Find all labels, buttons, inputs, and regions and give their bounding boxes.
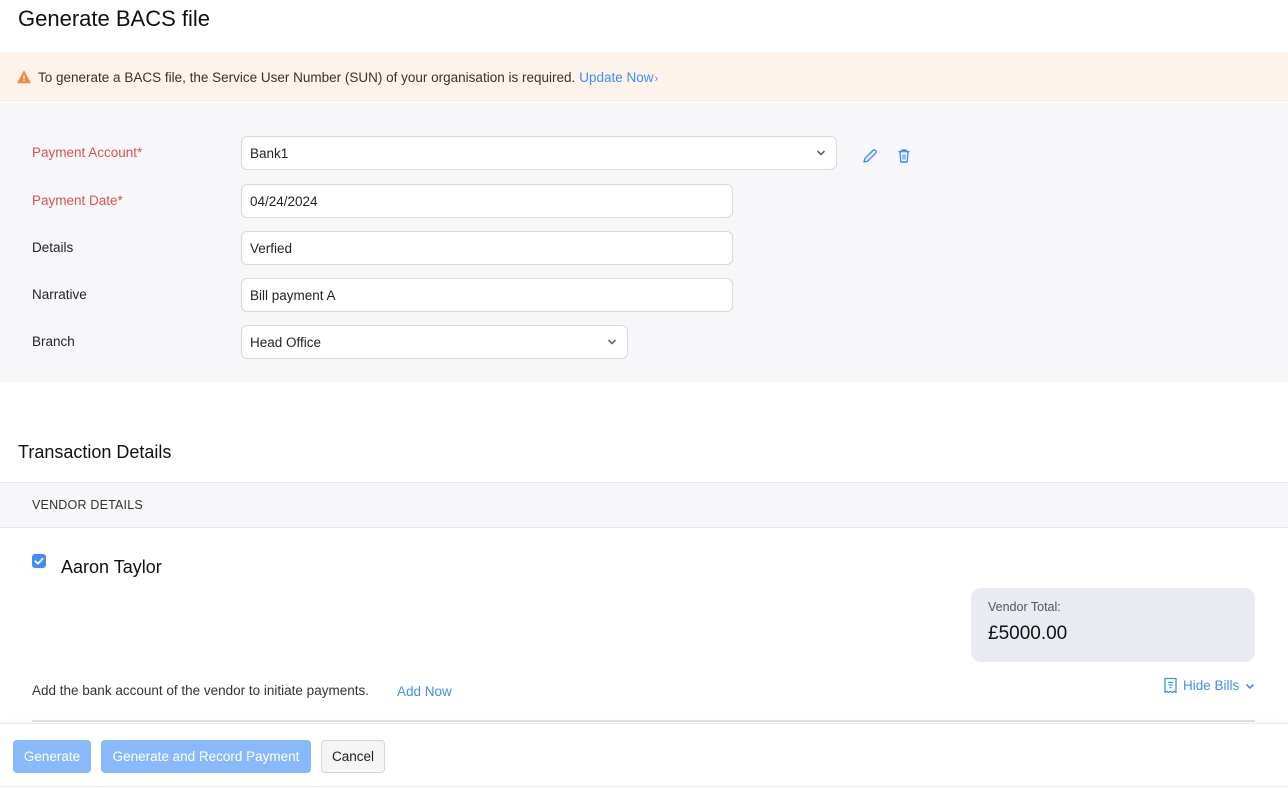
- vendor-checkbox[interactable]: [32, 554, 46, 568]
- payment-date-label: Payment Date*: [32, 193, 123, 208]
- vendor-total-value: £5000.00: [988, 623, 1068, 644]
- footer-actions: Generate Generate and Record Payment Can…: [0, 723, 1288, 787]
- alert-message: To generate a BACS file, the Service Use…: [38, 69, 576, 85]
- chevron-down-icon: [816, 150, 826, 156]
- vendor-total-label: Vendor Total:: [988, 600, 1061, 614]
- generate-button[interactable]: Generate: [13, 740, 91, 773]
- transaction-details-title: Transaction Details: [18, 442, 172, 462]
- pencil-icon[interactable]: [861, 147, 879, 165]
- vendor-total-card: Vendor Total: £5000.00: [971, 588, 1255, 662]
- branch-label: Branch: [32, 334, 75, 349]
- cancel-button[interactable]: Cancel: [321, 740, 385, 773]
- update-now-link[interactable]: Update Now›: [579, 70, 658, 85]
- update-now-label: Update Now: [579, 69, 654, 85]
- generate-and-record-payment-button[interactable]: Generate and Record Payment: [101, 740, 311, 773]
- bank-account-message: Add the bank account of the vendor to in…: [32, 683, 369, 698]
- hide-bills-label: Hide Bills: [1183, 678, 1240, 693]
- payment-account-label: Payment Account*: [32, 145, 143, 160]
- payment-account-value: Bank1: [250, 145, 289, 161]
- hide-bills-toggle[interactable]: Hide Bills: [1163, 677, 1255, 694]
- vendor-name: Aaron Taylor: [61, 557, 162, 577]
- vendor-details-header: VENDOR DETAILS: [0, 482, 1288, 528]
- page-title: Generate BACS file: [18, 6, 210, 31]
- chevron-down-icon: [1246, 683, 1255, 689]
- receipt-icon: [1164, 677, 1177, 694]
- chevron-right-icon: ›: [654, 72, 659, 85]
- trash-icon[interactable]: [895, 147, 913, 165]
- narrative-input[interactable]: Bill payment A: [241, 278, 733, 312]
- section-divider: [32, 720, 1255, 722]
- add-now-link[interactable]: Add Now: [397, 684, 452, 699]
- payment-form: Payment Account* Bank1 Payment Date* 04/…: [0, 103, 1288, 382]
- branch-select[interactable]: Head Office: [241, 325, 628, 359]
- branch-value: Head Office: [250, 334, 322, 350]
- narrative-label: Narrative: [32, 287, 87, 302]
- payment-date-input[interactable]: 04/24/2024: [241, 184, 733, 218]
- checkmark-icon: [34, 557, 44, 565]
- warning-icon: [17, 70, 31, 84]
- chevron-down-icon: [607, 339, 617, 345]
- payment-account-select[interactable]: Bank1: [241, 136, 837, 170]
- sun-required-alert: To generate a BACS file, the Service Use…: [0, 52, 1288, 102]
- details-label: Details: [32, 240, 74, 255]
- details-input[interactable]: Verfied: [241, 231, 733, 265]
